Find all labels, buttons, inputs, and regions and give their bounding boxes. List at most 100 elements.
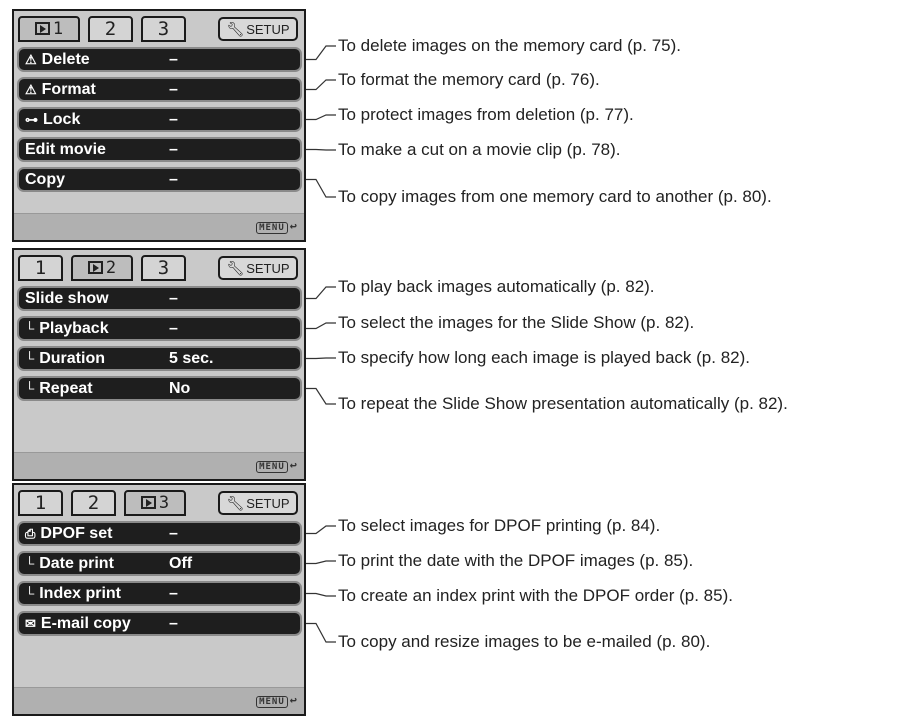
row-label: Lock bbox=[43, 111, 81, 128]
row-label: Duration bbox=[39, 350, 105, 367]
playback-icon bbox=[87, 261, 103, 274]
tab-2[interactable]: 2 bbox=[88, 16, 133, 42]
menu-panel-2: 1 2 3 🔧︎ SETUP Slide show – └ Playback – └ Du… bbox=[12, 248, 306, 481]
row-label: E-mail copy bbox=[40, 615, 131, 632]
warning-icon: ⚠ bbox=[25, 82, 37, 97]
return-icon: ↩︎ bbox=[289, 219, 298, 233]
description-playback: To select the images for the Slide Show … bbox=[338, 313, 695, 332]
menu-row-delete[interactable]: ⚠ Delete – bbox=[17, 47, 302, 72]
panel-footer: MENU ↩︎ bbox=[14, 213, 304, 240]
tab-3[interactable]: 3 bbox=[141, 16, 186, 42]
menu-row-email-copy[interactable]: ✉ E-mail copy – bbox=[17, 611, 302, 636]
row-label: Playback bbox=[39, 320, 109, 337]
leader-line bbox=[302, 592, 336, 597]
playback-icon bbox=[140, 496, 156, 509]
tab-3[interactable]: 3 bbox=[141, 255, 186, 281]
sub-item-icon: └ bbox=[25, 381, 35, 396]
row-value: – bbox=[169, 585, 178, 602]
menu-row-repeat[interactable]: └ Repeat No bbox=[17, 376, 302, 401]
menu-row-lock[interactable]: ⊶ Lock – bbox=[17, 107, 302, 132]
leader-line bbox=[302, 114, 336, 121]
tab-row: 1 2 3 🔧︎ SETUP bbox=[18, 16, 300, 44]
tab-2[interactable]: 2 bbox=[71, 490, 116, 516]
setup-button[interactable]: 🔧︎ SETUP bbox=[218, 17, 298, 41]
panel-footer: MENU ↩︎ bbox=[14, 687, 304, 714]
leader-line bbox=[302, 322, 336, 330]
playback-icon bbox=[34, 22, 50, 35]
setup-button[interactable]: 🔧︎ SETUP bbox=[218, 256, 298, 280]
leader-line bbox=[302, 525, 336, 535]
description-date-print: To print the date with the DPOF images (… bbox=[338, 551, 694, 570]
row-value: – bbox=[169, 51, 178, 68]
description-format: To format the memory card (p. 76). bbox=[338, 70, 600, 89]
tab-1[interactable]: 1 bbox=[18, 490, 63, 516]
menu-row-playback[interactable]: └ Playback – bbox=[17, 316, 302, 341]
row-label: Format bbox=[41, 81, 96, 98]
menu-row-index-print[interactable]: └ Index print – bbox=[17, 581, 302, 606]
menu-row-date-print[interactable]: └ Date print Off bbox=[17, 551, 302, 576]
return-icon: ↩︎ bbox=[289, 693, 298, 707]
sub-item-icon: └ bbox=[25, 351, 35, 366]
description-slide-show: To play back images automatically (p. 82… bbox=[338, 277, 655, 296]
description-lock: To protect images from deletion (p. 77). bbox=[338, 105, 634, 124]
row-label: Repeat bbox=[39, 380, 93, 397]
wrench-icon: 🔧︎ bbox=[226, 495, 245, 511]
tab-3[interactable]: 3 bbox=[124, 490, 186, 516]
menu-row-duration[interactable]: └ Duration 5 sec. bbox=[17, 346, 302, 371]
row-value: – bbox=[169, 320, 178, 337]
description-duration: To specify how long each image is played… bbox=[338, 348, 751, 367]
row-value: – bbox=[169, 615, 178, 632]
row-value: – bbox=[169, 525, 178, 542]
sub-item-icon: └ bbox=[25, 586, 35, 601]
menu-back-button[interactable]: MENU ↩︎ bbox=[256, 219, 298, 234]
leader-line bbox=[302, 79, 336, 91]
warning-icon: ⚠ bbox=[25, 52, 37, 67]
menu-row-copy[interactable]: Copy – bbox=[17, 167, 302, 192]
tab-1[interactable]: 1 bbox=[18, 255, 63, 281]
wrench-icon: 🔧︎ bbox=[226, 260, 245, 276]
leader-line bbox=[302, 45, 336, 61]
row-value: – bbox=[169, 171, 178, 188]
description-repeat: To repeat the Slide Show presentation au… bbox=[338, 394, 788, 413]
leader-line bbox=[302, 357, 336, 360]
description-edit-movie: To make a cut on a movie clip (p. 78). bbox=[338, 140, 621, 159]
row-label: Edit movie bbox=[25, 141, 106, 158]
row-label: Date print bbox=[39, 555, 114, 572]
leader-line bbox=[302, 560, 336, 565]
description-copy: To copy images from one memory card to a… bbox=[338, 187, 772, 206]
row-value: No bbox=[169, 380, 191, 397]
description-email-copy: To copy and resize images to be e-mailed… bbox=[338, 632, 711, 651]
description-delete: To delete images on the memory card (p. … bbox=[338, 36, 681, 55]
row-value: – bbox=[169, 81, 178, 98]
leader-line bbox=[302, 286, 336, 300]
setup-button[interactable]: 🔧︎ SETUP bbox=[218, 491, 298, 515]
row-label: Index print bbox=[39, 585, 121, 602]
tab-row: 1 2 3 🔧︎ SETUP bbox=[18, 255, 300, 283]
menu-panel-1: 1 2 3 🔧︎ SETUP ⚠ Delete – ⚠ Format – ⊶ Lock – E… bbox=[12, 9, 306, 242]
row-label: Slide show bbox=[25, 290, 109, 307]
tab-row: 1 2 3 🔧︎ SETUP bbox=[18, 490, 300, 518]
row-value: Off bbox=[169, 555, 193, 572]
menu-row-edit-movie[interactable]: Edit movie – bbox=[17, 137, 302, 162]
leader-line bbox=[302, 148, 336, 151]
row-value: – bbox=[169, 290, 178, 307]
menu-panel-3: 1 2 3 🔧︎ SETUP ⎙ DPOF set – └ Date print Off … bbox=[12, 483, 306, 716]
leader-line bbox=[302, 387, 336, 405]
wrench-icon: 🔧︎ bbox=[226, 21, 245, 37]
description-index-print: To create an index print with the DPOF o… bbox=[338, 586, 733, 605]
description-dpof-set: To select images for DPOF printing (p. 8… bbox=[338, 516, 661, 535]
menu-back-button[interactable]: MENU ↩︎ bbox=[256, 458, 298, 473]
menu-row-slide-show[interactable]: Slide show – bbox=[17, 286, 302, 311]
envelope-icon: ✉ bbox=[25, 616, 36, 631]
row-value: 5 sec. bbox=[169, 350, 214, 367]
return-icon: ↩︎ bbox=[289, 458, 298, 472]
menu-back-button[interactable]: MENU ↩︎ bbox=[256, 693, 298, 708]
row-label: Delete bbox=[41, 51, 90, 68]
menu-row-dpof-set[interactable]: ⎙ DPOF set – bbox=[17, 521, 302, 546]
menu-row-format[interactable]: ⚠ Format – bbox=[17, 77, 302, 102]
sub-item-icon: └ bbox=[25, 321, 35, 336]
row-label: DPOF set bbox=[40, 525, 113, 542]
tab-1[interactable]: 1 bbox=[18, 16, 80, 42]
leader-line bbox=[302, 178, 336, 198]
tab-2[interactable]: 2 bbox=[71, 255, 133, 281]
